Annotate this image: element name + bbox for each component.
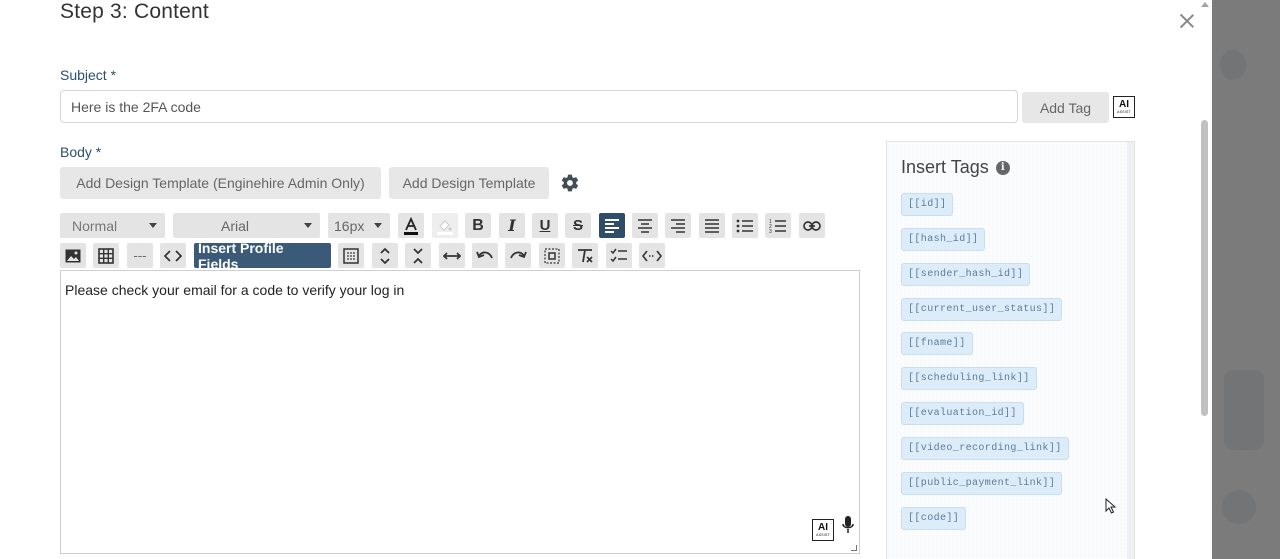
image-button[interactable]	[60, 243, 86, 268]
tag-chip[interactable]: [[public_payment_link]]	[901, 472, 1063, 495]
modal-title: Step 3: Content	[60, 0, 209, 23]
fullscreen-icon	[544, 247, 560, 264]
text-color-icon	[404, 216, 418, 235]
compose-modal: Step 3: Content Subject * Add Tag AI ASS…	[0, 0, 1212, 559]
tag-chip[interactable]: [[id]]	[901, 193, 954, 216]
modal-scrollbar[interactable]	[1198, 0, 1212, 559]
body-editor[interactable]: Please check your email for a code to ve…	[60, 270, 860, 554]
checklist-button[interactable]	[606, 243, 632, 268]
numbered-list-icon: 123	[769, 219, 786, 233]
mouse-cursor-icon	[1105, 498, 1117, 514]
align-left-button[interactable]	[599, 213, 625, 238]
numbered-list-button[interactable]: 123	[765, 213, 791, 238]
fullscreen-button[interactable]	[539, 243, 565, 268]
chevron-down-icon	[374, 223, 382, 228]
format-select[interactable]: Normal	[60, 213, 165, 238]
scrollbar-thumb[interactable]	[1201, 120, 1208, 416]
undo-button[interactable]	[472, 243, 498, 268]
svg-text:3: 3	[769, 229, 772, 233]
fill-color-icon	[437, 219, 453, 235]
table-icon	[98, 247, 114, 264]
link-button[interactable]	[799, 213, 825, 238]
font-select[interactable]: Arial	[173, 213, 320, 238]
tag-chip[interactable]: [[hash_id]]	[901, 228, 986, 251]
image-icon	[65, 249, 81, 262]
close-icon[interactable]	[1178, 12, 1196, 30]
add-tag-button[interactable]: Add Tag	[1022, 92, 1109, 123]
ai-assist-body-button[interactable]: AI ASSIST	[812, 519, 834, 541]
redo-icon	[510, 251, 527, 258]
tag-chip[interactable]: [[fname]]	[901, 332, 973, 355]
info-icon[interactable]: i	[995, 160, 1010, 175]
insert-tags-title: Insert Tags i	[901, 157, 1010, 178]
tags-panel-scrollbar[interactable]	[1127, 142, 1134, 559]
add-design-template-admin-button[interactable]: Add Design Template (Enginehire Admin On…	[60, 167, 381, 199]
clear-format-icon	[578, 248, 593, 263]
tag-chip[interactable]: [[evaluation_id]]	[901, 402, 1024, 425]
italic-button[interactable]: I	[499, 213, 525, 238]
width-button[interactable]	[439, 243, 465, 268]
insert-tags-panel: Insert Tags i [[id]] [[hash_id]] [[sende…	[886, 141, 1135, 559]
align-left-icon	[605, 218, 619, 233]
arrows-horizontal-icon	[443, 251, 461, 260]
microphone-icon[interactable]	[842, 516, 854, 534]
code-view-button[interactable]	[160, 243, 186, 268]
collapse-vertical-icon	[413, 247, 423, 264]
align-right-button[interactable]	[665, 213, 691, 238]
clear-formatting-button[interactable]	[572, 243, 598, 268]
bold-button[interactable]: B	[465, 213, 491, 238]
align-justify-button[interactable]	[699, 213, 725, 238]
strikethrough-button[interactable]: S	[565, 213, 591, 238]
body-label: Body *	[60, 144, 102, 160]
tag-chip[interactable]: [[code]]	[901, 507, 967, 530]
text-color-button[interactable]	[398, 213, 424, 238]
undo-icon	[476, 251, 493, 258]
subject-input[interactable]	[60, 90, 1018, 123]
scroll-up-icon[interactable]	[1201, 2, 1209, 7]
size-select[interactable]: 16px	[328, 213, 390, 238]
background-color-button[interactable]	[432, 213, 458, 238]
tag-chip[interactable]: [[scheduling_link]]	[901, 367, 1037, 390]
horizontal-rule-button[interactable]: ---	[127, 243, 153, 268]
resize-handle[interactable]	[851, 545, 857, 551]
chevron-down-icon	[149, 223, 157, 228]
modal-backdrop[interactable]	[1212, 0, 1280, 559]
bullet-list-button[interactable]	[732, 213, 758, 238]
code-dots-icon	[642, 250, 662, 261]
bullet-list-icon	[736, 219, 753, 232]
source-button[interactable]	[639, 243, 665, 268]
underline-button[interactable]: U	[532, 213, 558, 238]
align-center-button[interactable]	[632, 213, 658, 238]
body-editor-text[interactable]: Please check your email for a code to ve…	[65, 282, 404, 298]
code-icon	[164, 249, 182, 262]
align-right-icon	[671, 218, 685, 233]
tag-chip[interactable]: [[sender_hash_id]]	[901, 263, 1031, 286]
redo-button[interactable]	[505, 243, 531, 268]
table-button[interactable]	[93, 243, 119, 268]
add-design-template-button[interactable]: Add Design Template	[389, 167, 549, 199]
gear-icon[interactable]	[560, 173, 580, 193]
align-justify-icon	[705, 218, 719, 233]
insert-profile-fields-button[interactable]: Insert Profile Fields	[194, 240, 331, 272]
expand-vertical-icon	[380, 247, 390, 264]
collapse-button[interactable]	[405, 243, 431, 268]
checklist-icon	[610, 248, 627, 262]
ai-assist-subject-button[interactable]: AI ASSIST	[1113, 96, 1135, 118]
tag-chip[interactable]: [[video_recording_link]]	[901, 437, 1069, 460]
select-all-button[interactable]	[338, 243, 364, 268]
tag-chip[interactable]: [[current_user_status]]	[901, 298, 1063, 321]
link-icon	[803, 220, 821, 231]
select-box-icon	[343, 247, 359, 264]
expand-button[interactable]	[372, 243, 398, 268]
subject-label: Subject *	[60, 67, 117, 83]
chevron-down-icon	[304, 223, 312, 228]
align-center-icon	[638, 218, 652, 233]
